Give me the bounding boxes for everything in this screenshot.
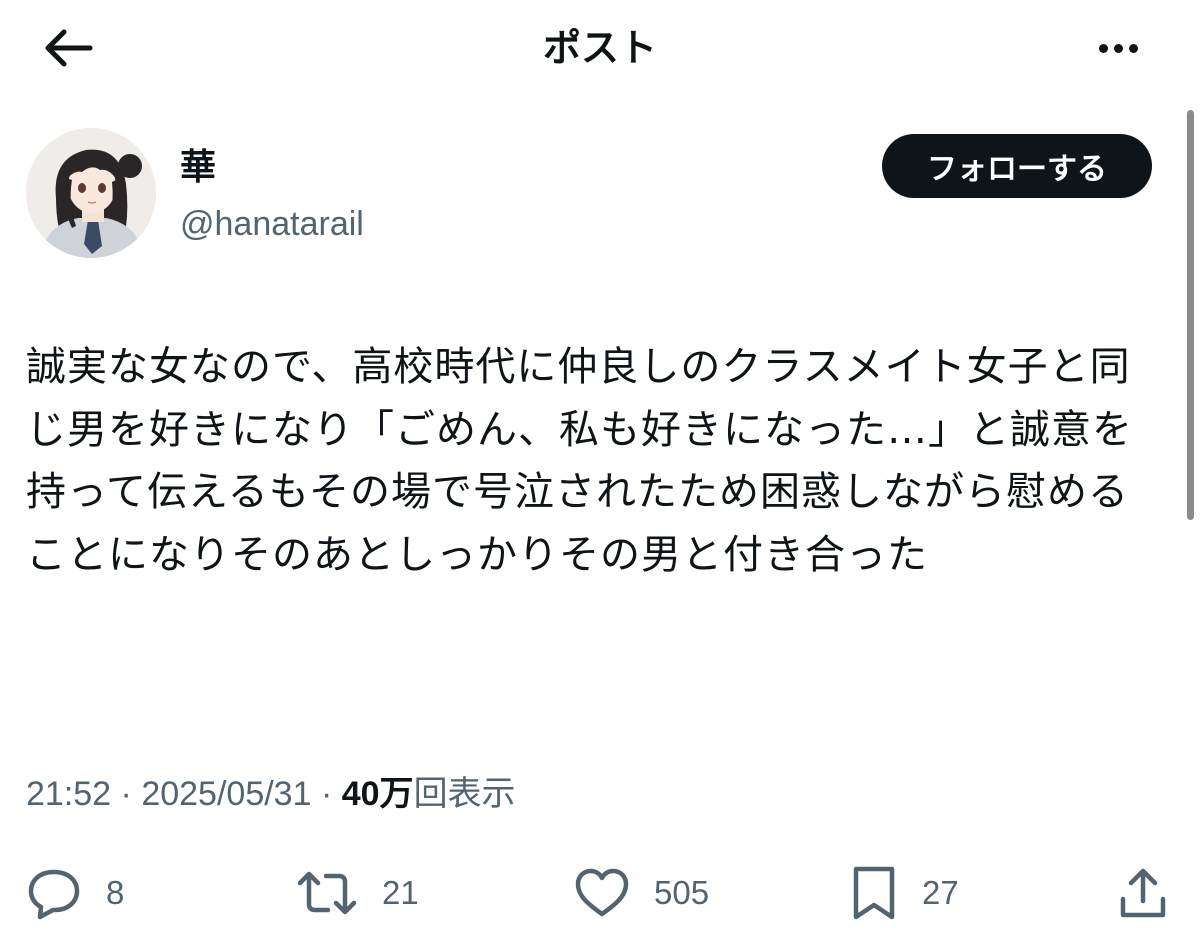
post-meta: 21:52 · 2025/05/31 · 40万回表示	[26, 768, 516, 820]
reply-button[interactable]: 8	[26, 858, 124, 928]
more-horizontal-icon	[1096, 43, 1141, 53]
bookmark-button[interactable]: 27	[850, 858, 959, 928]
meta-separator: ·	[320, 775, 333, 813]
repost-icon	[296, 866, 358, 920]
repost-count: 21	[382, 874, 419, 911]
post-detail-page: ポスト 華 @hanatarail フォローする 誠実な女なので、高校時代に仲良…	[0, 0, 1200, 940]
post-time[interactable]: 21:52	[26, 775, 111, 813]
action-bar: 8 21 505 27	[0, 858, 1200, 928]
views-count: 40万	[341, 775, 414, 813]
bookmark-icon	[850, 865, 898, 921]
user-handle[interactable]: @hanatarail	[180, 200, 364, 248]
bookmark-count: 27	[922, 874, 959, 911]
like-count: 505	[654, 874, 710, 911]
heart-icon	[574, 866, 630, 920]
share-icon	[1118, 865, 1168, 921]
top-bar: ポスト	[0, 0, 1200, 96]
follow-button[interactable]: フォローする	[882, 134, 1152, 198]
repost-button[interactable]: 21	[296, 858, 419, 928]
like-button[interactable]: 505	[574, 858, 709, 928]
more-options-button[interactable]	[1088, 26, 1148, 70]
post-text: 誠実な女なので、高校時代に仲良しのクラスメイト女子と同じ男を好きになり「ごめん、…	[26, 344, 1133, 578]
avatar[interactable]	[26, 128, 156, 258]
scrollbar[interactable]	[1187, 110, 1194, 520]
post-date[interactable]: 2025/05/31	[141, 775, 311, 813]
meta-separator: ·	[120, 775, 132, 813]
reply-bubble-icon	[26, 866, 82, 920]
display-name[interactable]: 華	[180, 144, 216, 192]
reply-count: 8	[106, 874, 125, 911]
share-button[interactable]	[1118, 858, 1168, 928]
page-title: ポスト	[542, 26, 657, 70]
views-label: 回表示	[413, 775, 516, 813]
